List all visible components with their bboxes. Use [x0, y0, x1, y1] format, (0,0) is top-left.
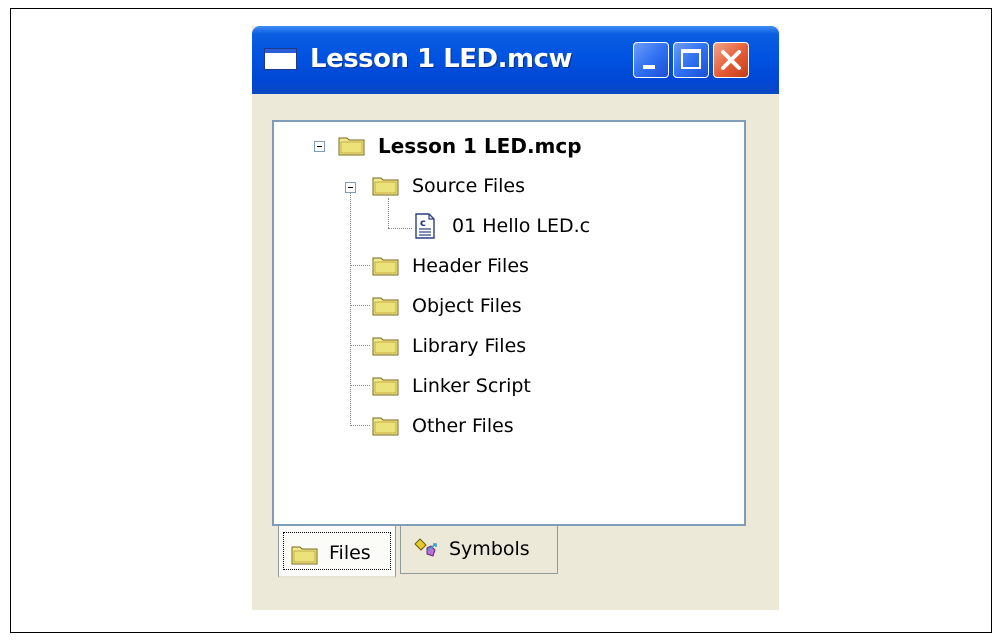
project-tree[interactable]: Lesson 1 LED.mcp Source Files c 01 Hello…: [272, 120, 746, 526]
svg-text:c: c: [420, 218, 426, 229]
close-icon: [721, 50, 741, 70]
tab-strip: Files Symbols: [272, 526, 746, 586]
tree-node-linker-script[interactable]: Linker Script: [372, 373, 592, 399]
tree-connector: [350, 425, 370, 426]
folder-icon: [372, 337, 399, 356]
tab-files-label: Files: [329, 542, 371, 564]
collapse-icon[interactable]: [345, 182, 356, 193]
tree-node-object-files[interactable]: Object Files: [372, 293, 592, 319]
tree-node-label: Library Files: [412, 335, 527, 357]
minimize-button[interactable]: [633, 42, 669, 78]
folder-icon: [338, 137, 365, 156]
folder-icon: [372, 297, 399, 316]
minimize-icon: [643, 65, 655, 69]
tree-node-label: Source Files: [412, 175, 525, 197]
window-icon: [264, 48, 297, 70]
folder-icon: [372, 257, 399, 276]
tree-connector: [350, 188, 351, 426]
maximize-icon: [681, 49, 701, 69]
tree-connector: [350, 385, 370, 386]
tab-symbols-label: Symbols: [449, 538, 530, 560]
tree-node-header-files[interactable]: Header Files: [372, 253, 592, 279]
folder-icon: [291, 546, 318, 565]
tree-node-label: Object Files: [412, 295, 522, 317]
tree-node-root[interactable]: Lesson 1 LED.mcp: [304, 133, 634, 159]
title-bar[interactable]: Lesson 1 LED.mcw: [252, 26, 779, 94]
tree-node-source-files[interactable]: Source Files: [340, 173, 580, 199]
folder-icon: [372, 417, 399, 436]
tree-node-library-files[interactable]: Library Files: [372, 333, 592, 359]
window-title: Lesson 1 LED.mcw: [310, 44, 573, 74]
symbols-icon: [414, 538, 437, 557]
tree-node-label: 01 Hello LED.c: [452, 215, 591, 237]
tree-connector: [350, 345, 370, 346]
collapse-icon[interactable]: [314, 141, 325, 152]
tree-connector: [388, 198, 389, 228]
folder-icon: [372, 177, 399, 196]
tab-symbols[interactable]: Symbols: [400, 526, 558, 574]
project-window: Lesson 1 LED.mcw Lesson 1 LED.mcp Source…: [252, 26, 779, 610]
tree-node-file[interactable]: c 01 Hello LED.c: [414, 213, 654, 239]
tree-connector: [350, 305, 370, 306]
maximize-button[interactable]: [673, 42, 709, 78]
close-button[interactable]: [713, 42, 749, 78]
tree-connector: [388, 228, 412, 229]
tree-node-label: Other Files: [412, 415, 514, 437]
tree-node-other-files[interactable]: Other Files: [372, 413, 592, 439]
tree-node-label: Header Files: [412, 255, 529, 277]
tab-files[interactable]: Files: [278, 526, 396, 578]
c-file-icon: c: [415, 213, 435, 239]
folder-icon: [372, 377, 399, 396]
tree-connector: [350, 265, 370, 266]
tree-node-label: Lesson 1 LED.mcp: [378, 134, 582, 158]
tree-node-label: Linker Script: [412, 375, 531, 397]
